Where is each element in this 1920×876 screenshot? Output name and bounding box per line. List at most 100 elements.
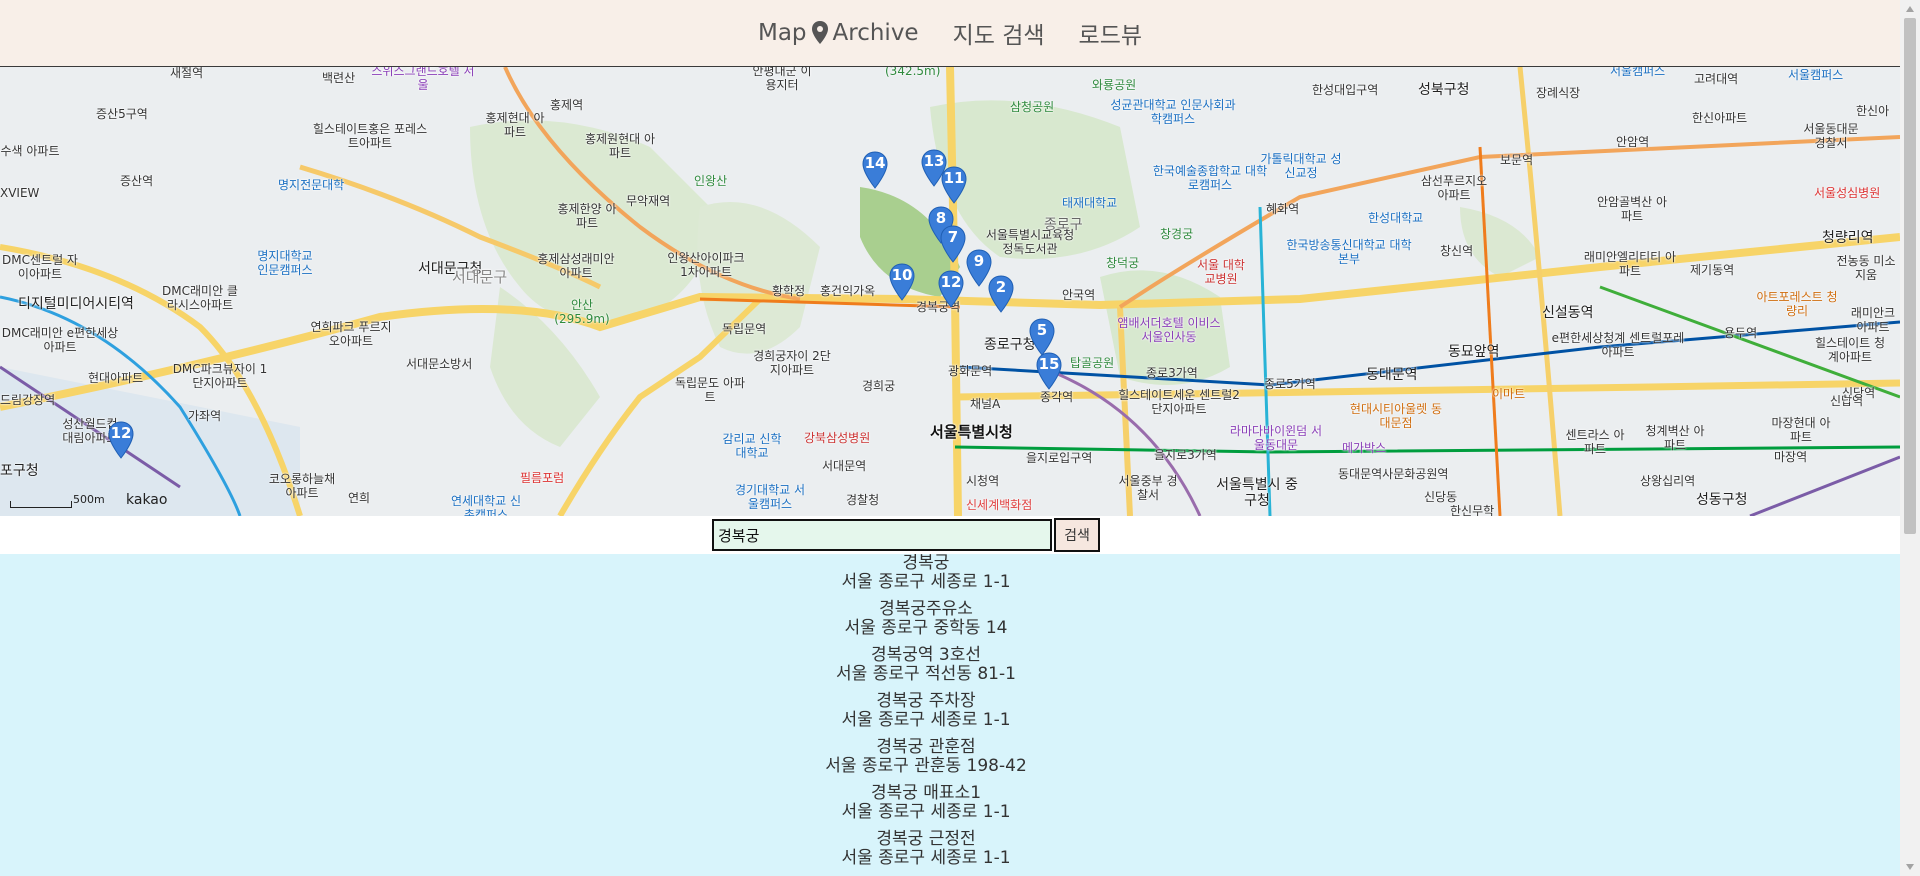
map-label: 신세계백화점 — [966, 498, 1033, 512]
map-label: 용두역 — [1724, 326, 1758, 340]
map-label: 서울특별시청 — [930, 423, 1013, 441]
result-item[interactable]: 경복궁역 3호선 서울 종로구 적선동 81-1 — [0, 646, 1900, 684]
scroll-thumb[interactable] — [1904, 18, 1916, 534]
map-label: 성동구청 — [1696, 492, 1748, 508]
map-label: 코오롱하늘채 아파트 — [268, 472, 336, 500]
map-label: 백련산 — [322, 71, 356, 85]
map-label: DMC파크뷰자이 1단지아파트 — [172, 362, 268, 390]
map-view[interactable]: 백련산 스위스그랜드호텔 서울 새절역 증산5구역 홍제역 홍제현대 아파트 홍… — [0, 67, 1900, 516]
map-label: 래미안엘리티티 아파트 — [1583, 250, 1677, 278]
map-label: 한신아 — [1856, 104, 1890, 118]
map-label: 홍제원현대 아파트 — [584, 132, 656, 160]
map-label: 독립문도 아파트 — [674, 376, 746, 404]
scroll-down-icon[interactable] — [1906, 864, 1914, 870]
map-marker[interactable]: 14 — [862, 151, 888, 189]
map-label: 서울 대학교병원 — [1197, 258, 1245, 286]
map-marker[interactable]: 10 — [889, 263, 915, 301]
map-label: 청계벽산 아파트 — [1645, 424, 1705, 452]
map-label: 장례식장 — [1536, 86, 1581, 100]
map-label: 홍제한양 아파트 — [557, 202, 617, 230]
map-label: 삼청공원 — [1010, 100, 1055, 114]
map-label: 홍제삼성래미안 아파트 — [537, 252, 615, 280]
brand-logo[interactable]: Map Archive — [758, 20, 919, 46]
brand-text-map: Map — [757, 20, 807, 46]
map-label: 서울특별시교육청 정독도서관 — [985, 228, 1075, 256]
map-label: 가좌역 — [188, 409, 222, 423]
map-label: 고려대역 — [1694, 72, 1739, 86]
map-marker[interactable]: 5 — [1029, 318, 1055, 356]
result-name: 경복궁역 3호선 — [870, 645, 982, 665]
map-label: 종각역 — [1040, 390, 1074, 404]
map-label: 안암역 — [1616, 135, 1650, 149]
map-label: 창신역 — [1440, 244, 1474, 258]
map-label: DMC래미안 e편한세상아파트 — [1, 326, 119, 354]
map-label: 증산역 — [120, 174, 154, 188]
map-label: 포구청 — [0, 463, 39, 479]
result-name: 경복궁 관훈점 — [876, 737, 976, 757]
map-label: 보문역 — [1500, 153, 1534, 167]
result-name: 경복궁 주차장 — [876, 691, 976, 711]
map-label: e편한세상청계 센트럴포레아파트 — [1551, 331, 1685, 359]
map-label: (342.5m) — [885, 67, 941, 78]
result-address: 서울 종로구 세종로 1-1 — [841, 572, 1011, 592]
nav-roadview[interactable]: 로드뷰 — [1079, 16, 1142, 50]
search-input[interactable] — [712, 519, 1052, 551]
map-label: 경기대학교 서울캠퍼스 — [734, 483, 806, 511]
map-label: 광화문역 — [948, 364, 993, 378]
location-pin-icon — [811, 21, 828, 44]
scroll-up-icon[interactable] — [1906, 6, 1914, 12]
map-label: 서울캠퍼스 — [1610, 67, 1666, 78]
brand-text-archive: Archive — [832, 20, 919, 46]
result-item[interactable]: 경복궁 근정전 서울 종로구 세종로 1-1 — [0, 830, 1900, 868]
map-marker[interactable]: 2 — [988, 275, 1014, 313]
map-label: 증산5구역 — [96, 107, 148, 121]
map-label: 상왕십리역 — [1640, 474, 1696, 488]
result-item[interactable]: 경복궁 주차장 서울 종로구 세종로 1-1 — [0, 692, 1900, 730]
map-marker[interactable]: 7 — [940, 225, 966, 263]
map-label: 한국예술종합학교 대학로캠퍼스 — [1152, 164, 1268, 192]
result-name: 경복궁 매표소1 — [870, 783, 982, 803]
map-label: 서울특별시 중구청 — [1216, 477, 1298, 510]
map-label: 스위스그랜드호텔 서울 — [371, 67, 475, 92]
page-scrollbar[interactable] — [1900, 0, 1920, 876]
map-label: 서대문역 — [822, 459, 867, 473]
map-label: 마장역 — [1774, 450, 1808, 464]
map-label: 채널A — [970, 397, 1001, 411]
map-label: 와룡공원 — [1092, 78, 1137, 92]
map-label: 안국역 — [1062, 288, 1096, 302]
map-label: 홍제역 — [550, 98, 584, 112]
map-label: 필름포럼 — [520, 471, 565, 485]
result-item[interactable]: 경복궁 관훈점 서울 종로구 관훈동 198-42 — [0, 738, 1900, 776]
map-label: 경희궁자이 2단지아파트 — [753, 349, 831, 377]
scale-bar: 500m — [10, 493, 105, 508]
map-marker[interactable]: 11 — [941, 166, 967, 204]
map-label: 시청역 — [966, 474, 1000, 488]
map-marker[interactable]: 15 — [1036, 352, 1062, 390]
map-label: 메가박스 — [1342, 441, 1387, 455]
map-label: 현대아파트 — [88, 371, 144, 385]
map-label: 한성대입구역 — [1312, 83, 1379, 97]
map-label: 디지털미디어시티역 — [18, 296, 134, 312]
map-label: XVIEW — [0, 186, 40, 200]
map-label: 명지전문대학 — [278, 178, 345, 192]
map-label: 마장현대 아파트 — [1771, 416, 1831, 444]
map-marker[interactable]: 12 — [108, 421, 134, 459]
result-item[interactable]: 경복궁주유소 서울 종로구 중학동 14 — [0, 600, 1900, 638]
map-label: 한국방송통신대학교 대학본부 — [1286, 238, 1412, 266]
nav-map-search[interactable]: 지도 검색 — [953, 16, 1045, 50]
map-marker[interactable]: 12 — [938, 270, 964, 308]
top-nav-bar: Map Archive 지도 검색 로드뷰 — [0, 0, 1900, 67]
search-button[interactable]: 검색 — [1054, 518, 1100, 552]
map-label: 탑골공원 — [1070, 356, 1115, 370]
map-label: 수색 아파트 — [0, 144, 60, 158]
map-label: 한신무학 — [1450, 504, 1495, 516]
map-label: 라마다바이윈덤 서울동대문 — [1229, 424, 1323, 452]
map-label: 홍제현대 아파트 — [485, 111, 545, 139]
map-label: 홍건익가옥 — [820, 284, 876, 298]
map-label: 독립문역 — [722, 322, 767, 336]
result-item[interactable]: 경복궁 서울 종로구 세종로 1-1 — [0, 554, 1900, 592]
map-label: DMC래미안 클라시스아파트 — [162, 284, 238, 312]
map-label: 창경궁 — [1160, 227, 1194, 241]
result-item[interactable]: 경복궁 매표소1 서울 종로구 세종로 1-1 — [0, 784, 1900, 822]
map-label: 한성대학교 — [1368, 211, 1424, 225]
